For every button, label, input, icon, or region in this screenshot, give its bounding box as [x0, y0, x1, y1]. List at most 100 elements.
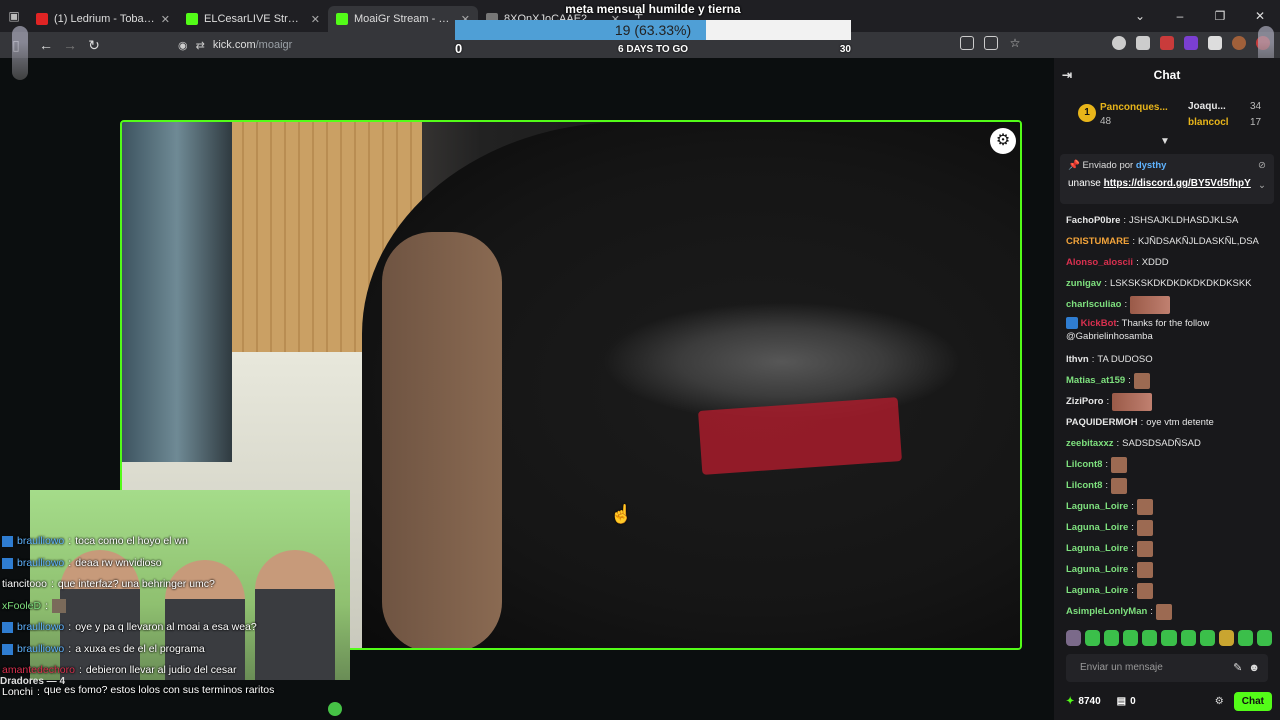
close-tab-icon[interactable]: ✕ — [161, 13, 170, 26]
separator: : — [68, 556, 72, 569]
chat-username[interactable]: Lilcont8 — [1066, 475, 1102, 496]
leader-name[interactable]: Panconques... — [1100, 102, 1168, 113]
chat-username[interactable]: PAQUIDERMOH — [1066, 412, 1138, 433]
browser-tab[interactable]: (1) Ledrium - Tobalaba, MUT, Al ✕ — [28, 6, 178, 32]
bookmark-star-icon[interactable]: ☆ — [1008, 36, 1022, 50]
emote-icon[interactable] — [1180, 630, 1196, 646]
chat-username[interactable]: KickBot — [1081, 318, 1117, 329]
overlay-chat-text: oye y pa q llevaron al moai a esa wea? — [75, 621, 257, 633]
separator: : — [1136, 257, 1139, 268]
close-window-button[interactable]: ✕ — [1240, 9, 1280, 23]
pinned-by-label: Enviado por — [1082, 160, 1134, 171]
emote-icon[interactable] — [1066, 630, 1082, 646]
separator: : — [1105, 459, 1109, 470]
goal-progress-text: 19 (63.33%) — [614, 22, 692, 38]
chat-username[interactable]: ZiziPoro — [1066, 391, 1103, 412]
separator: : — [1131, 564, 1134, 575]
chat-username[interactable]: Laguna_Loire — [1066, 538, 1128, 559]
pinned-link[interactable]: https://discord.gg/BY5Vd5fhpY — [1104, 178, 1251, 189]
chat-emote-icon[interactable] — [1111, 477, 1128, 494]
chat-emote-icon[interactable] — [1112, 392, 1153, 411]
chat-username[interactable]: FachoP0bre — [1066, 210, 1120, 231]
chat-header: ⇥ Chat — [1054, 58, 1280, 92]
minimize-button[interactable]: – — [1160, 9, 1200, 23]
forward-button[interactable]: → — [58, 37, 82, 53]
tab-list-icon[interactable]: ⌄ — [1120, 9, 1160, 23]
chat-username[interactable]: lthvn — [1066, 349, 1089, 370]
extension-purple-icon[interactable] — [1184, 36, 1198, 50]
pinned-by-user[interactable]: dysthy — [1136, 160, 1167, 171]
chat-text: LSKSKSKDKDKDKDKDKDKSKK — [1110, 278, 1252, 289]
chat-emote-icon[interactable] — [1136, 582, 1153, 599]
emote-icon[interactable] — [1085, 630, 1101, 646]
cast-icon[interactable] — [960, 36, 974, 50]
close-tab-icon[interactable]: ✕ — [311, 13, 320, 26]
emote-icon[interactable] — [1123, 630, 1139, 646]
account-icon[interactable] — [1112, 36, 1126, 50]
emote-icon[interactable] — [1218, 630, 1234, 646]
extension-icons: ☆ — [960, 36, 1270, 50]
browser-tab[interactable]: ELCesarLIVE Stream - Watch Liv ✕ — [178, 6, 328, 32]
chat-username[interactable]: Lilcont8 — [1066, 454, 1102, 475]
tracking-icon[interactable]: ⇄ — [196, 39, 205, 52]
back-button[interactable]: ← — [34, 37, 58, 53]
emote-icon[interactable] — [1142, 630, 1158, 646]
emote-icon[interactable] — [1104, 630, 1120, 646]
hand-cursor-icon: ☝ — [610, 504, 633, 524]
chat-username[interactable]: charlsculiao — [1066, 294, 1121, 315]
chat-emote-icon[interactable] — [1136, 540, 1153, 557]
restore-button[interactable]: ❐ — [1200, 9, 1240, 23]
emote-icon[interactable] — [1256, 630, 1273, 646]
chat-username[interactable]: Laguna_Loire — [1066, 496, 1128, 517]
chat-input[interactable]: Enviar un mensaje — [1066, 654, 1268, 682]
emote-icon[interactable] — [1199, 630, 1215, 646]
emote-icon[interactable] — [1237, 630, 1253, 646]
overlay-chat-line: tiancitooo: que interfaz? una behringer u… — [0, 574, 360, 596]
extension-red-icon[interactable] — [1160, 36, 1174, 50]
chat-username[interactable]: zeebitaxxz — [1066, 433, 1114, 454]
separator: : — [68, 642, 72, 655]
collapse-chat-icon[interactable]: ⇥ — [1062, 68, 1072, 82]
chat-message: Laguna_Loire: — [1066, 538, 1272, 559]
video-settings-icon[interactable]: ⚙ — [990, 128, 1016, 154]
channel-points[interactable]: ✦ 8740 — [1066, 696, 1101, 707]
separator: : — [1131, 522, 1134, 533]
overlay-chat: braulliowo: toca como el hoyo el wn braull… — [0, 531, 360, 718]
unpin-icon[interactable]: ⊘ — [1258, 160, 1266, 171]
chat-username[interactable]: Matias_at159 — [1066, 370, 1125, 391]
chat-emote-icon[interactable] — [1133, 372, 1150, 389]
chat-emote-icon[interactable] — [1130, 295, 1171, 314]
chat-message: Lilcont8: — [1066, 454, 1272, 475]
screenshot-icon[interactable] — [984, 36, 998, 50]
chat-emote-icon[interactable] — [1155, 603, 1172, 620]
cups[interactable]: ▤ 0 — [1117, 696, 1136, 707]
reload-button[interactable]: ↻ — [82, 37, 106, 54]
chat-emote-icon[interactable] — [1111, 456, 1128, 473]
chat-username[interactable]: zunigav — [1066, 273, 1101, 294]
extensions-puzzle-icon[interactable] — [1208, 36, 1222, 50]
leader-name[interactable]: blancocl — [1188, 117, 1229, 128]
chat-settings-icon[interactable]: ⚙ — [1215, 696, 1224, 707]
expand-leaderboard-icon[interactable]: ▼ — [1160, 136, 1170, 147]
chat-username[interactable]: Laguna_Loire — [1066, 559, 1128, 580]
chat-username[interactable]: Laguna_Loire — [1066, 580, 1128, 601]
extension-download-icon[interactable] — [1136, 36, 1150, 50]
chat-username[interactable]: Laguna_Loire — [1066, 517, 1128, 538]
overlay-chat-user: amantedechoro — [2, 664, 75, 676]
chat-message: KickBot: Thanks for the follow @Gabrieli… — [1066, 315, 1272, 349]
chat-username[interactable]: CRISTUMARE — [1066, 231, 1129, 252]
overlay-chat-user: braulliowo — [17, 621, 65, 633]
site-info-icon[interactable]: ◉ — [178, 39, 188, 52]
chat-emote-icon[interactable] — [1136, 498, 1153, 515]
chat-emote-icon[interactable] — [1136, 519, 1153, 536]
expand-pinned-icon[interactable]: ⌄ — [1258, 180, 1266, 191]
extension-cookie-icon[interactable] — [1232, 36, 1246, 50]
chat-emote-icon[interactable] — [1136, 561, 1153, 578]
separator: : — [45, 599, 49, 612]
emote-icon[interactable] — [1161, 630, 1177, 646]
chat-username[interactable]: Alonso_aloscii — [1066, 252, 1133, 273]
send-chat-button[interactable]: Chat — [1233, 691, 1272, 711]
separator: : — [68, 621, 72, 633]
leader-name[interactable]: Joaqu... — [1188, 101, 1226, 112]
chat-username[interactable]: AsimpleLonlyMan — [1066, 601, 1147, 622]
